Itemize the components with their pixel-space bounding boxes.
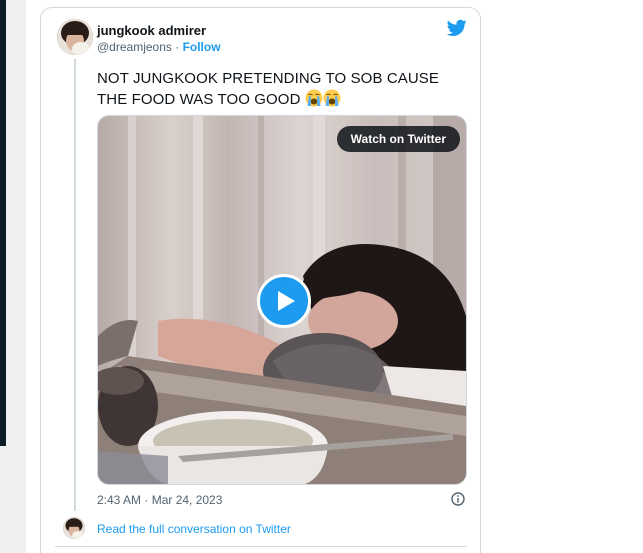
read-full-conversation-link[interactable]: Read the full conversation on Twitter — [97, 522, 291, 536]
avatar-image — [57, 19, 93, 55]
handle-separator: · — [171, 40, 183, 54]
loudly-crying-face-icon — [305, 89, 323, 107]
twitter-bird-icon[interactable] — [447, 19, 467, 37]
thread-line — [74, 59, 76, 511]
handle-row: @dreamjeons · Follow — [97, 40, 221, 54]
avatar[interactable] — [63, 517, 85, 539]
loudly-crying-face-icon — [323, 89, 341, 107]
handle[interactable]: @dreamjeons — [97, 40, 172, 54]
left-page-edge — [0, 0, 26, 553]
tweet-text-body: NOT JUNGKOOK PRETENDING TO SOB CAUSE THE… — [97, 70, 439, 108]
watch-on-twitter-button[interactable]: Watch on Twitter — [336, 126, 460, 152]
tweet-timestamp[interactable]: 2:43 AM · Mar 24, 2023 — [97, 493, 222, 507]
divider — [55, 546, 467, 547]
follow-button[interactable]: Follow — [183, 40, 221, 54]
play-icon — [278, 291, 295, 311]
left-dark-strip — [0, 0, 6, 446]
tweet-card[interactable]: jungkook admirer @dreamjeons · Follow NO… — [40, 7, 481, 553]
avatar[interactable] — [57, 19, 93, 55]
avatar-image — [63, 517, 85, 539]
video-player[interactable]: Watch on Twitter — [97, 115, 467, 485]
play-button[interactable] — [257, 274, 311, 328]
display-name[interactable]: jungkook admirer — [97, 23, 206, 38]
info-icon[interactable] — [451, 492, 465, 506]
tweet-text: NOT JUNGKOOK PRETENDING TO SOB CAUSE THE… — [97, 68, 467, 110]
